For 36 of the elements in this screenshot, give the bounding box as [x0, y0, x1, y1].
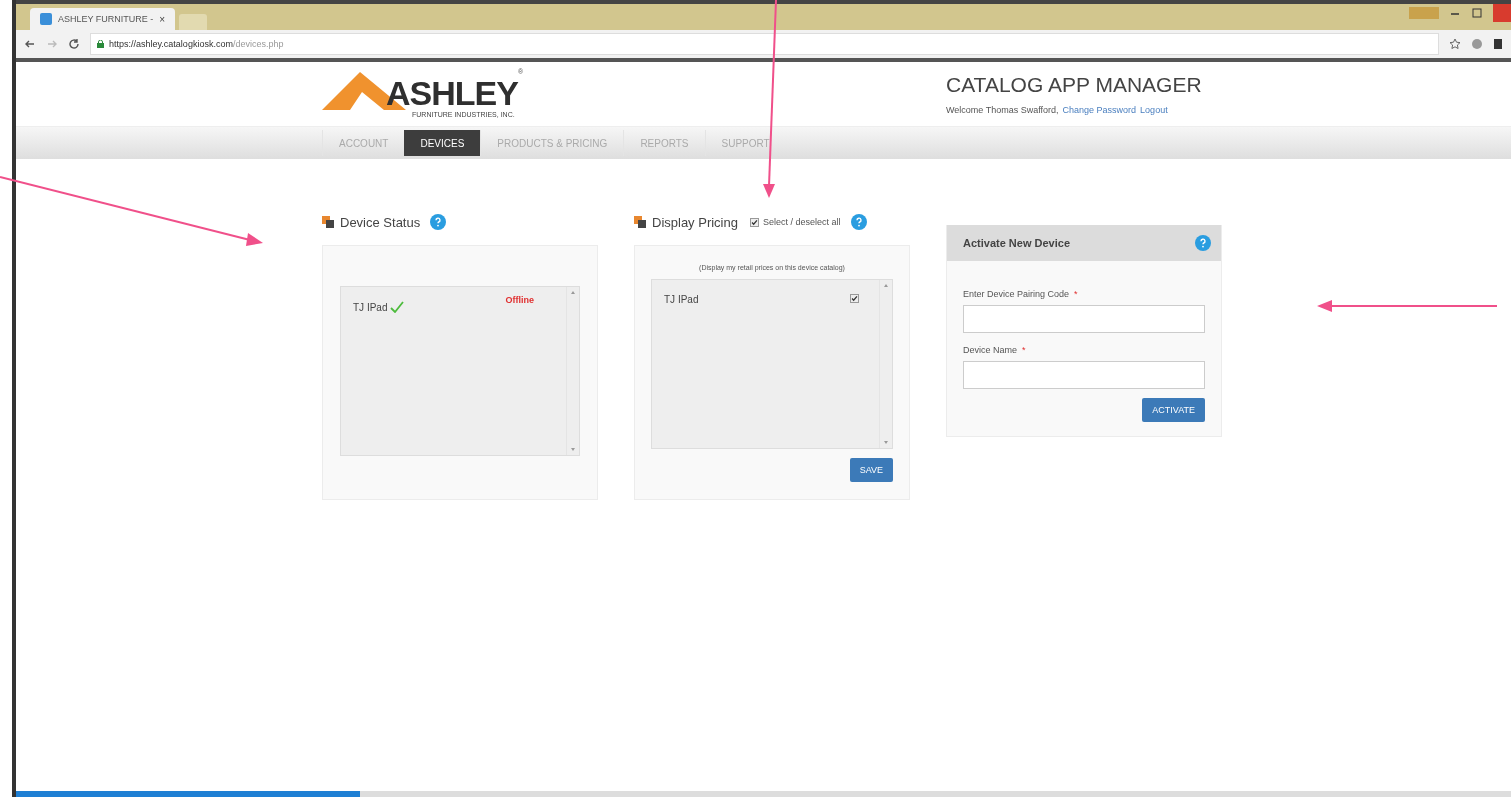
- welcome-text: Welcome Thomas Swafford,: [946, 105, 1059, 115]
- save-button[interactable]: SAVE: [849, 458, 893, 482]
- browser-tab[interactable]: ASHLEY FURNITURE - ×: [30, 8, 176, 30]
- required-mark: *: [1022, 345, 1026, 355]
- input-field[interactable]: [963, 305, 1205, 333]
- device-name: TJ IPad: [664, 294, 699, 305]
- checkbox[interactable]: [850, 294, 859, 303]
- reload-icon[interactable]: [68, 38, 80, 50]
- tab-close-button[interactable]: ×: [159, 13, 166, 25]
- maximize-icon[interactable]: [1471, 7, 1483, 19]
- star-icon[interactable]: [1449, 38, 1461, 50]
- required-mark: *: [1074, 289, 1078, 299]
- checkbox[interactable]: [750, 217, 759, 227]
- help-icon[interactable]: [430, 214, 447, 230]
- help-icon[interactable]: [1195, 235, 1211, 251]
- header-link[interactable]: Change Password: [1062, 105, 1137, 115]
- status-label: Offline: [505, 295, 534, 305]
- device-name: TJ IPad: [353, 301, 388, 313]
- checkbox-label[interactable]: Select / deselect all: [763, 217, 841, 227]
- panel-title: Activate New Device: [963, 237, 1070, 249]
- squares-icon: [634, 216, 646, 228]
- field-label: Enter Device Pairing Code: [963, 289, 1070, 299]
- squares-icon: [322, 216, 334, 228]
- section-title: Display Pricing: [652, 214, 738, 230]
- field-label: Device Name: [963, 345, 1018, 355]
- input-field[interactable]: [963, 361, 1205, 389]
- help-icon[interactable]: [850, 214, 867, 230]
- lock-icon: [97, 40, 104, 48]
- section-title: Device Status: [340, 214, 421, 230]
- activate-button[interactable]: ACTIVATE: [1142, 398, 1205, 422]
- app-title: CATALOG APP MANAGER: [946, 73, 1203, 97]
- address-field[interactable]: https://ashley.catalogkiosk.com/devices.php: [90, 33, 1439, 55]
- back-icon[interactable]: [24, 38, 36, 50]
- header-link[interactable]: Logout: [1140, 105, 1168, 115]
- forward-icon[interactable]: [46, 38, 58, 50]
- nav-tab[interactable]: DEVICES: [404, 130, 481, 156]
